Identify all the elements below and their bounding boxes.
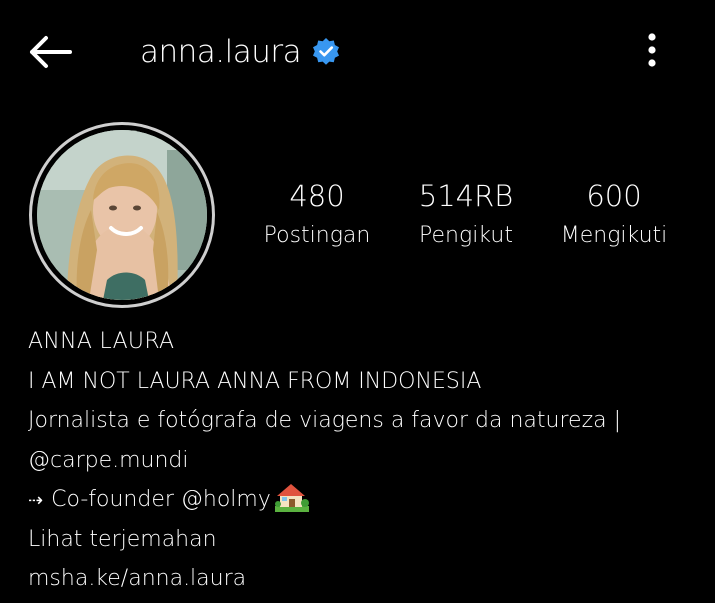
followers-stat[interactable]: 514RB Pengikut <box>396 176 536 256</box>
posts-label: Postingan <box>263 223 371 248</box>
avatar-photo <box>37 130 207 300</box>
more-options-button[interactable] <box>630 28 674 72</box>
bio-cofounder-line: ⇢ Co-founder @holmy <box>28 480 688 520</box>
followers-label: Pengikut <box>419 223 513 248</box>
profile-display-name: ANNA LAURA <box>28 329 175 354</box>
profile-website-link[interactable]: msha.ke/anna.laura <box>28 559 688 599</box>
profile-username: anna.laura <box>140 34 302 70</box>
bio-mention-line: @carpe.mundi <box>28 441 688 481</box>
username-title-group: anna.laura <box>140 30 341 74</box>
house-with-garden-icon <box>274 482 309 512</box>
back-button[interactable] <box>22 28 78 76</box>
followers-count: 514RB <box>418 179 514 213</box>
profile-header: anna.laura <box>0 0 715 100</box>
verified-badge-icon <box>311 37 341 67</box>
following-count: 600 <box>586 179 642 213</box>
mention-holmy[interactable]: @holmy <box>181 487 271 512</box>
bio-line-1: I AM NOT LAURA ANNA FROM INDONESIA <box>28 368 482 394</box>
more-vertical-icon <box>648 33 656 67</box>
mention-carpe-mundi[interactable]: @carpe.mundi <box>28 448 189 473</box>
dashed-arrow-icon: ⇢ <box>28 490 44 511</box>
profile-bio: ANNA LAURA I AM NOT LAURA ANNA FROM INDO… <box>28 322 688 599</box>
profile-avatar[interactable] <box>29 122 215 308</box>
arrow-left-icon <box>30 36 72 68</box>
following-stat[interactable]: 600 Mengikuti <box>544 176 684 256</box>
following-label: Mengikuti <box>560 223 668 248</box>
posts-stat[interactable]: 480 Postingan <box>247 176 387 256</box>
posts-count: 480 <box>289 179 345 213</box>
cofounder-text: Co-founder <box>51 487 181 512</box>
see-translation-link[interactable]: Lihat terjemahan <box>28 520 688 560</box>
bio-line-2: Jornalista e fotógrafa de viagens a favo… <box>28 408 622 433</box>
